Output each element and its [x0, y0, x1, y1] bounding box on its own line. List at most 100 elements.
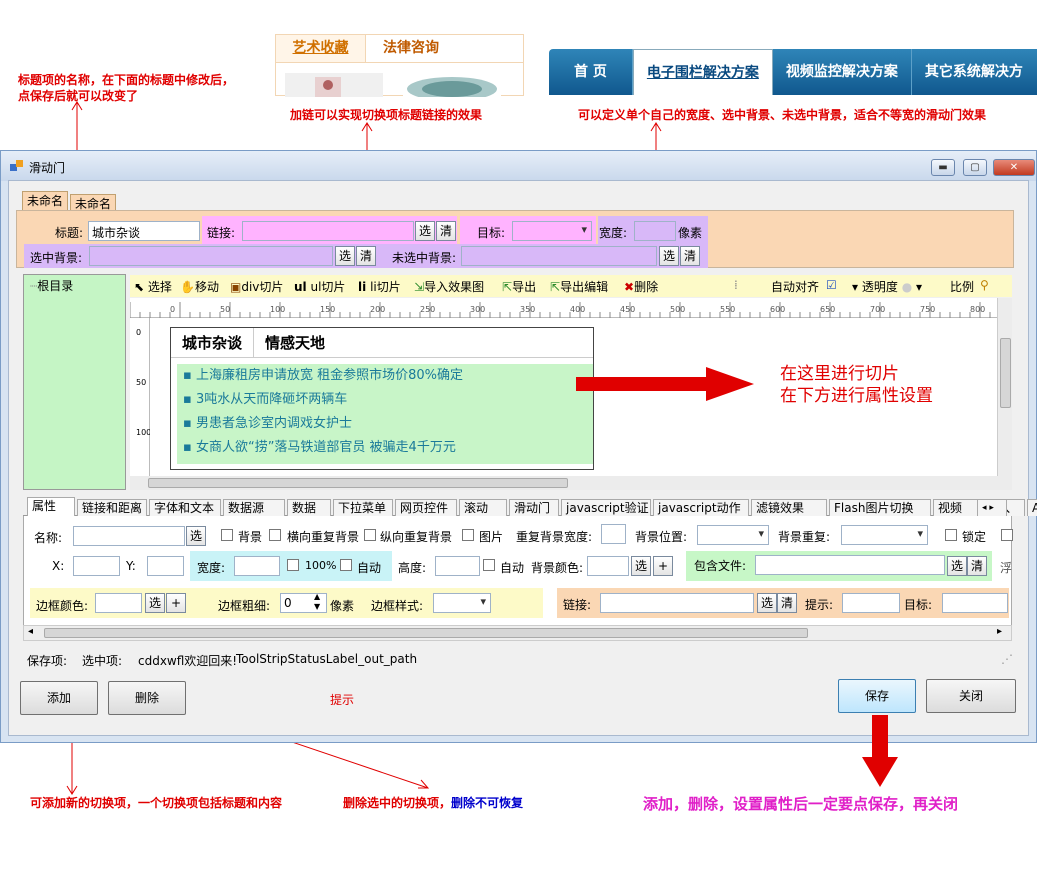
add-button[interactable]: 添加: [20, 681, 98, 715]
border-color-input[interactable]: [95, 593, 142, 613]
prop-target-input[interactable]: [942, 593, 1008, 613]
unselected-bg-clear-button[interactable]: 清: [680, 246, 700, 266]
property-tab[interactable]: 数据源: [223, 499, 285, 516]
delete-button[interactable]: 删除: [108, 681, 186, 715]
tab-scroll-arrows-icon[interactable]: ◂ ▸: [977, 499, 1007, 516]
minimize-button[interactable]: ▬: [931, 159, 955, 176]
preview-tab-emotion[interactable]: 情感天地: [254, 328, 336, 357]
property-tab[interactable]: 下拉菜单: [333, 499, 393, 516]
property-tab[interactable]: javascript动作: [653, 499, 749, 516]
zoom-icon[interactable]: ⚲: [980, 278, 989, 292]
prop-tip-input[interactable]: [842, 593, 900, 613]
include-file-input[interactable]: [755, 555, 945, 575]
border-color-select-button[interactable]: 选: [145, 593, 165, 613]
width-prop-input[interactable]: [234, 556, 280, 576]
width-input[interactable]: [634, 221, 676, 241]
tool-div-cut[interactable]: ▣div切片: [230, 278, 283, 295]
width-auto-checkbox[interactable]: [340, 559, 352, 571]
link-select-button[interactable]: 选: [415, 221, 435, 241]
scroll-thumb[interactable]: [1000, 338, 1011, 408]
scroll-right-icon[interactable]: ▸: [997, 626, 1002, 637]
name-select-button[interactable]: 选: [186, 526, 206, 546]
property-tab[interactable]: 滤镜效果: [751, 499, 827, 516]
prop-link-select-button[interactable]: 选: [757, 593, 777, 613]
property-tab[interactable]: 视频: [933, 499, 979, 516]
save-button[interactable]: 保存: [838, 679, 916, 713]
tool-delete[interactable]: ✖删除: [624, 278, 658, 295]
property-tab[interactable]: A: [1027, 499, 1037, 516]
selected-bg-input[interactable]: [89, 246, 333, 266]
unselected-bg-select-button[interactable]: 选: [659, 246, 679, 266]
bg-color-input[interactable]: [587, 556, 629, 576]
tool-export[interactable]: ⇱导出: [502, 278, 536, 295]
property-tab[interactable]: 字体和文本: [149, 499, 221, 516]
prop-link-input[interactable]: [600, 593, 754, 613]
bg-repeat-select[interactable]: [841, 525, 928, 545]
item-tab-1[interactable]: 未命名: [22, 191, 69, 212]
image-checkbox[interactable]: [462, 529, 474, 541]
include-clear-button[interactable]: 清: [967, 556, 987, 576]
selected-bg-select-button[interactable]: 选: [335, 246, 355, 266]
property-tab[interactable]: 数据: [287, 499, 331, 516]
v-repeat-checkbox[interactable]: [364, 529, 376, 541]
maximize-button[interactable]: ▢: [963, 159, 987, 176]
spin-arrows-icon[interactable]: ▲ ▼: [314, 592, 320, 612]
news-item[interactable]: ▪ 男患者急诊室内调戏女护士: [177, 412, 593, 436]
tree-view[interactable]: ┈根目录: [23, 274, 126, 490]
bg-color-add-button[interactable]: +: [653, 556, 673, 576]
tool-li-cut[interactable]: li li切片: [358, 278, 401, 295]
property-tab[interactable]: javascript验证: [561, 499, 651, 516]
lock-label: 锁定: [962, 530, 987, 544]
property-tab[interactable]: 网页控件: [395, 499, 457, 516]
include-select-button[interactable]: 选: [947, 556, 967, 576]
news-item[interactable]: ▪ 3吨水从天而降砸坏两辆车: [177, 388, 593, 412]
property-tab[interactable]: Flash图片切换: [829, 499, 931, 516]
tree-root-node[interactable]: ┈根目录: [30, 277, 73, 294]
link-input[interactable]: [242, 221, 414, 241]
scroll-thumb[interactable]: [148, 478, 568, 488]
unselected-bg-input[interactable]: [461, 246, 657, 266]
property-horizontal-scrollbar[interactable]: ◂ ▸: [23, 625, 1012, 641]
overflow-checkbox[interactable]: [1001, 529, 1013, 541]
name-input[interactable]: [73, 526, 185, 546]
preview-tab-city[interactable]: 城市杂谈: [171, 328, 255, 357]
close-button[interactable]: 关闭: [926, 679, 1016, 713]
scroll-thumb[interactable]: [44, 628, 808, 638]
canvas-vertical-scrollbar[interactable]: [997, 298, 1012, 476]
news-item[interactable]: ▪ 上海廉租房申请放宽 租金参照市场价80%确定: [177, 364, 593, 388]
close-window-button[interactable]: ✕: [993, 159, 1035, 176]
news-item[interactable]: ▪ 女商人欲“捞”落马铁道部官员 被骗走4千万元: [177, 436, 593, 460]
height-auto-checkbox[interactable]: [483, 559, 495, 571]
target-select[interactable]: [512, 221, 592, 241]
property-tab[interactable]: 滚动: [459, 499, 507, 516]
y-input[interactable]: [147, 556, 184, 576]
scroll-left-icon[interactable]: ◂: [28, 626, 33, 637]
opacity-dropdown[interactable]: ▾ 透明度 ● ▾: [852, 278, 922, 295]
selected-bg-clear-button[interactable]: 清: [356, 246, 376, 266]
bg-checkbox[interactable]: [221, 529, 233, 541]
title-input[interactable]: 城市杂谈: [88, 221, 200, 241]
lock-checkbox[interactable]: [945, 529, 957, 541]
tool-ul-cut[interactable]: ul ul切片: [294, 278, 345, 295]
repeat-width-input[interactable]: [601, 524, 626, 544]
property-tab[interactable]: 滑动门: [509, 499, 559, 516]
bg-color-select-button[interactable]: 选: [631, 556, 651, 576]
resize-grip-icon[interactable]: ⋰: [1001, 652, 1013, 666]
canvas-horizontal-scrollbar[interactable]: [130, 476, 1012, 490]
bg-position-select[interactable]: [697, 525, 769, 545]
prop-link-clear-button[interactable]: 清: [777, 593, 797, 613]
h-repeat-checkbox[interactable]: [269, 529, 281, 541]
property-tab[interactable]: 属性: [27, 497, 75, 516]
tool-import[interactable]: ⇲导入效果图: [414, 278, 484, 295]
property-tab[interactable]: 链接和距离: [77, 499, 147, 516]
border-color-add-button[interactable]: +: [166, 593, 186, 613]
link-clear-button[interactable]: 清: [436, 221, 456, 241]
width-100-checkbox[interactable]: [287, 559, 299, 571]
border-style-select[interactable]: [433, 593, 491, 613]
tool-select[interactable]: ⬉ 选择: [134, 278, 172, 295]
tool-move[interactable]: ✋移动: [180, 278, 219, 295]
height-input[interactable]: [435, 556, 480, 576]
auto-align-checkbox[interactable]: ☑: [826, 278, 837, 292]
x-input[interactable]: [73, 556, 120, 576]
tool-export-edit[interactable]: ⇱导出编辑: [550, 278, 608, 295]
